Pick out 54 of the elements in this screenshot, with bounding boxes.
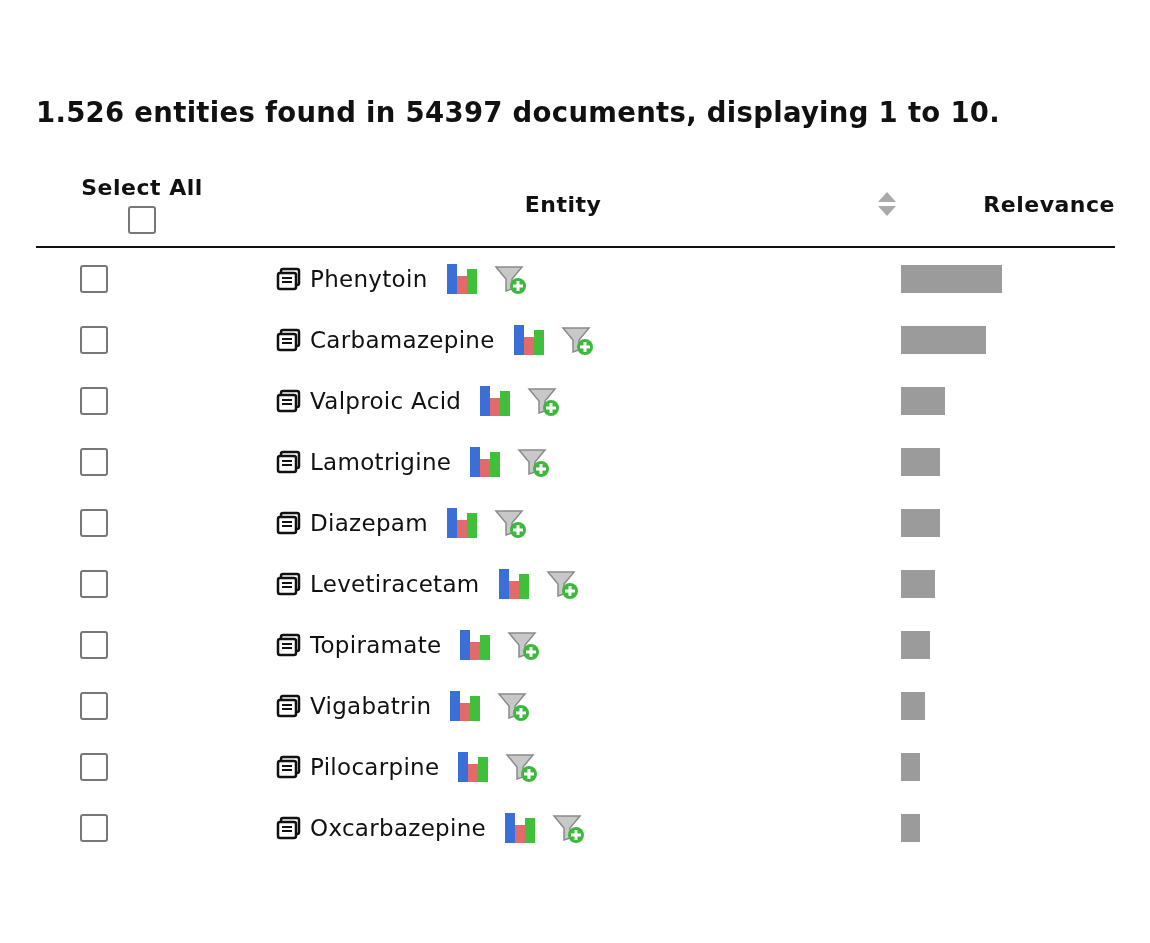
select-all-label: Select All [81,174,203,200]
checkbox[interactable] [80,569,108,598]
document-icon[interactable] [276,327,302,352]
checkbox[interactable] [80,813,108,842]
entity-name[interactable]: Lamotrigine [310,448,452,475]
document-icon[interactable] [276,693,302,718]
sort-icon[interactable] [877,191,897,217]
entity-name[interactable]: Phenytoin [310,265,428,292]
document-icon[interactable] [276,388,302,413]
checkbox[interactable] [80,447,108,476]
checkbox[interactable] [80,386,108,415]
results-summary: 1.526 entities found in 54397 documents, displaying 1 to 10. [36,96,1002,128]
checkbox[interactable] [80,264,108,293]
document-icon[interactable] [276,510,302,535]
relevance-bar [901,813,920,842]
checkbox[interactable] [128,205,156,234]
bar-chart-icon[interactable] [445,506,478,539]
bar-chart-icon[interactable] [449,689,482,722]
relevance-bar [901,630,930,659]
entity-name[interactable]: Vigabatrin [310,692,432,719]
bar-chart-icon[interactable] [457,750,490,783]
bar-chart-icon[interactable] [479,384,512,417]
relevance-bar [901,386,945,415]
document-icon[interactable] [276,815,302,840]
bar-chart-icon[interactable] [512,323,545,356]
entity-name[interactable]: Pilocarpine [310,753,440,780]
entity-name[interactable]: Oxcarbazepine [310,814,487,841]
checkbox[interactable] [80,630,108,659]
checkbox[interactable] [80,752,108,781]
document-icon[interactable] [276,449,302,474]
entity-name[interactable]: Carbamazepine [310,326,495,353]
relevance-bar [901,508,940,537]
document-icon[interactable] [276,754,302,779]
relevance-bar [901,691,925,720]
relevance-bar [901,752,920,781]
document-icon[interactable] [276,571,302,596]
entity-name[interactable]: Diazepam [310,509,428,536]
document-icon[interactable] [276,632,302,657]
bar-chart-icon[interactable] [504,811,537,844]
checkbox[interactable] [80,325,108,354]
column-header[interactable]: Relevance [983,191,1115,217]
entity-name[interactable]: Valproic Acid [310,387,462,414]
entity-name[interactable]: Levetiracetam [310,570,480,597]
entity-name[interactable]: Topiramate [310,631,442,658]
bar-chart-icon[interactable] [445,262,478,295]
bar-chart-icon[interactable] [459,628,492,661]
relevance-bar [901,569,935,598]
bar-chart-icon[interactable] [497,567,530,600]
document-icon[interactable] [276,266,302,291]
relevance-bar [901,447,940,476]
checkbox[interactable] [80,508,108,537]
bar-chart-icon[interactable] [469,445,502,478]
checkbox[interactable] [80,691,108,720]
column-header[interactable]: Entity [524,191,602,217]
